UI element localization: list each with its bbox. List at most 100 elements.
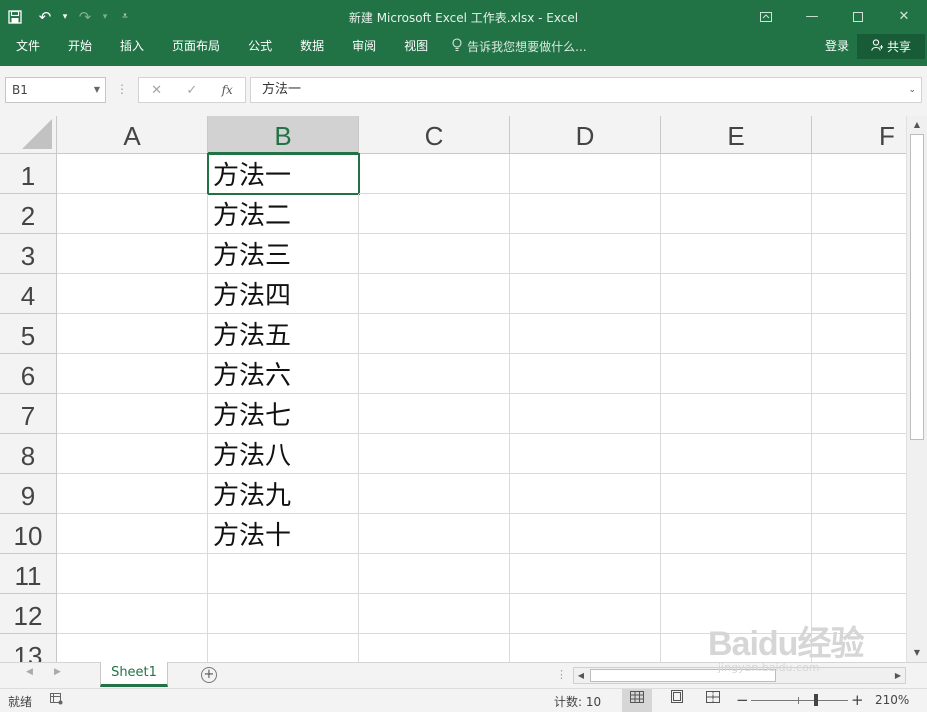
cell-f3[interactable] — [812, 234, 906, 274]
cell-c2[interactable] — [359, 194, 510, 234]
name-box[interactable]: B1 ▼ — [5, 77, 106, 103]
cell-b4[interactable]: 方法四 — [208, 274, 359, 314]
cell-b6[interactable]: 方法六 — [208, 354, 359, 394]
cell-d3[interactable] — [510, 234, 661, 274]
cell-d2[interactable] — [510, 194, 661, 234]
row-header-2[interactable]: 2 — [0, 194, 57, 234]
cell-f4[interactable] — [812, 274, 906, 314]
cancel-icon[interactable]: ✕ — [151, 83, 162, 98]
cell-b5[interactable]: 方法五 — [208, 314, 359, 354]
cell-e2[interactable] — [661, 194, 812, 234]
cell-d7[interactable] — [510, 394, 661, 434]
cell-b8[interactable]: 方法八 — [208, 434, 359, 474]
cell-d5[interactable] — [510, 314, 661, 354]
column-header-a[interactable]: A — [57, 116, 208, 154]
cell-a11[interactable] — [57, 554, 208, 594]
maximize-icon[interactable] — [835, 0, 881, 33]
row-header-1[interactable]: 1 — [0, 154, 57, 194]
row-header-8[interactable]: 8 — [0, 434, 57, 474]
cell-b2[interactable]: 方法二 — [208, 194, 359, 234]
row-header-3[interactable]: 3 — [0, 234, 57, 274]
enter-check-icon[interactable]: ✓ — [186, 83, 197, 98]
cell-b7[interactable]: 方法七 — [208, 394, 359, 434]
cell-c1[interactable] — [359, 154, 510, 194]
zoom-slider-knob[interactable] — [814, 694, 818, 706]
cell-c6[interactable] — [359, 354, 510, 394]
expand-formula-bar-icon[interactable]: ⌄ — [908, 78, 916, 102]
column-header-c[interactable]: C — [359, 116, 510, 154]
horizontal-scroll-thumb[interactable] — [590, 669, 776, 682]
cell-e6[interactable] — [661, 354, 812, 394]
tab-view[interactable]: 视图 — [390, 33, 442, 59]
column-header-e[interactable]: E — [661, 116, 812, 154]
cell-d8[interactable] — [510, 434, 661, 474]
formula-bar-grip-icon[interactable]: ⋮ — [116, 82, 128, 96]
cell-c9[interactable] — [359, 474, 510, 514]
cell-c13[interactable] — [359, 634, 510, 662]
cell-f2[interactable] — [812, 194, 906, 234]
page-break-view-icon[interactable] — [698, 689, 728, 712]
sheet-tab-sheet1[interactable]: Sheet1 — [100, 662, 168, 687]
cell-b3[interactable]: 方法三 — [208, 234, 359, 274]
cell-d10[interactable] — [510, 514, 661, 554]
cell-f11[interactable] — [812, 554, 906, 594]
row-header-6[interactable]: 6 — [0, 354, 57, 394]
cell-b13[interactable] — [208, 634, 359, 662]
cell-b10[interactable]: 方法十 — [208, 514, 359, 554]
cell-f13[interactable] — [812, 634, 906, 662]
cell-e4[interactable] — [661, 274, 812, 314]
cell-e9[interactable] — [661, 474, 812, 514]
tab-review[interactable]: 审阅 — [338, 33, 390, 59]
zoom-slider[interactable] — [751, 700, 848, 701]
select-all-button[interactable] — [0, 116, 57, 154]
tab-home[interactable]: 开始 — [54, 33, 106, 59]
scroll-down-icon[interactable]: ▼ — [907, 645, 927, 661]
cell-a4[interactable] — [57, 274, 208, 314]
cell-b9[interactable]: 方法九 — [208, 474, 359, 514]
cell-a13[interactable] — [57, 634, 208, 662]
cell-a2[interactable] — [57, 194, 208, 234]
cell-d1[interactable] — [510, 154, 661, 194]
vertical-scrollbar[interactable]: ▲ ▼ — [906, 116, 927, 662]
row-header-12[interactable]: 12 — [0, 594, 57, 634]
cell-e8[interactable] — [661, 434, 812, 474]
minimize-icon[interactable]: — — [789, 0, 835, 33]
cell-d13[interactable] — [510, 634, 661, 662]
cell-d11[interactable] — [510, 554, 661, 594]
cell-c8[interactable] — [359, 434, 510, 474]
close-icon[interactable]: ✕ — [881, 0, 927, 33]
cell-a12[interactable] — [57, 594, 208, 634]
cell-f5[interactable] — [812, 314, 906, 354]
cell-f8[interactable] — [812, 434, 906, 474]
add-sheet-icon[interactable]: + — [201, 667, 217, 683]
normal-view-icon[interactable] — [622, 689, 652, 712]
cell-d6[interactable] — [510, 354, 661, 394]
tab-file[interactable]: 文件 — [0, 33, 54, 59]
cell-b1[interactable]: 方法一 — [207, 153, 360, 195]
cell-c4[interactable] — [359, 274, 510, 314]
cell-c5[interactable] — [359, 314, 510, 354]
cell-a7[interactable] — [57, 394, 208, 434]
column-header-f[interactable]: F — [812, 116, 906, 154]
cell-d4[interactable] — [510, 274, 661, 314]
cell-a6[interactable] — [57, 354, 208, 394]
cell-e11[interactable] — [661, 554, 812, 594]
cell-a8[interactable] — [57, 434, 208, 474]
next-sheet-icon[interactable]: ▶ — [54, 667, 61, 677]
cell-b11[interactable] — [208, 554, 359, 594]
cell-e5[interactable] — [661, 314, 812, 354]
cell-f1[interactable] — [812, 154, 906, 194]
row-header-9[interactable]: 9 — [0, 474, 57, 514]
cell-c3[interactable] — [359, 234, 510, 274]
cell-c10[interactable] — [359, 514, 510, 554]
ribbon-display-icon[interactable] — [743, 0, 789, 33]
row-header-10[interactable]: 10 — [0, 514, 57, 554]
cell-f7[interactable] — [812, 394, 906, 434]
cell-c12[interactable] — [359, 594, 510, 634]
zoom-level[interactable]: 210% — [875, 693, 909, 707]
scroll-left-icon[interactable]: ◀ — [574, 668, 588, 683]
cell-f9[interactable] — [812, 474, 906, 514]
cell-a3[interactable] — [57, 234, 208, 274]
row-header-7[interactable]: 7 — [0, 394, 57, 434]
cell-e1[interactable] — [661, 154, 812, 194]
